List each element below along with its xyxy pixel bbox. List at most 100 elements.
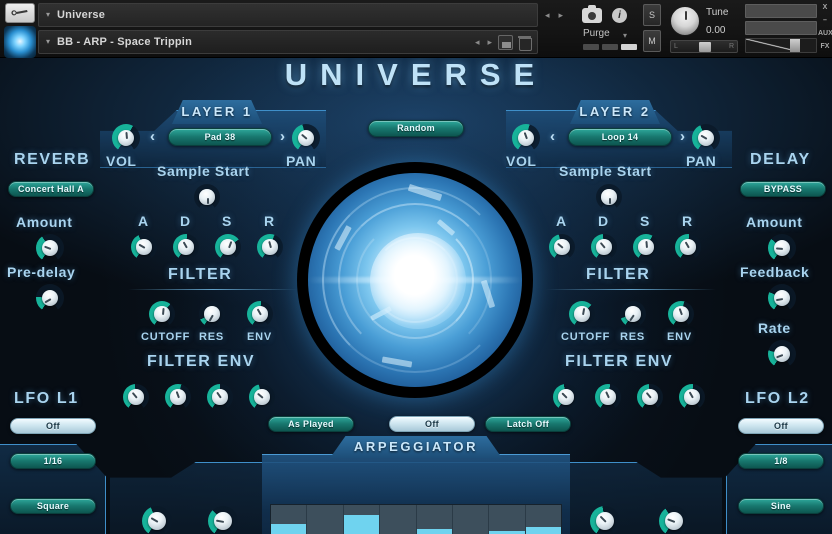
lfo-l2-rate-button[interactable]: 1/8 bbox=[738, 453, 824, 469]
lfo-l1-rate-button[interactable]: 1/16 bbox=[10, 453, 96, 469]
lfo-l1-onoff-button[interactable]: Off bbox=[10, 418, 96, 434]
chevron-down-icon[interactable]: ▾ bbox=[623, 31, 627, 40]
layer2-res-label: RES bbox=[620, 331, 646, 343]
lfo-l2-shape-button[interactable]: Sine bbox=[738, 498, 824, 514]
layer2-sustain-knob[interactable] bbox=[633, 234, 659, 260]
preset-row[interactable]: ▾ BB - ARP - Space Trippin ◂ ▸ bbox=[38, 30, 538, 54]
layer2-decay-knob[interactable] bbox=[591, 234, 617, 260]
reverb-predelay-knob[interactable] bbox=[36, 284, 64, 312]
solo-button[interactable]: S bbox=[643, 4, 661, 26]
arp-rate-knob[interactable] bbox=[142, 506, 172, 534]
volume-fader[interactable] bbox=[745, 38, 817, 53]
layer1-cutoff-knob[interactable] bbox=[149, 301, 175, 327]
layer1-tab[interactable]: LAYER 1 bbox=[172, 100, 262, 124]
chevron-down-icon[interactable]: ▾ bbox=[39, 38, 57, 46]
layer1-filterenv-knob-3[interactable] bbox=[207, 384, 233, 410]
pan-slider[interactable]: L R bbox=[670, 40, 738, 53]
layer2-filterenv-knob-1[interactable] bbox=[553, 384, 579, 410]
layer1-preset-prev[interactable]: ‹ bbox=[150, 128, 155, 145]
arp-octave-knob[interactable] bbox=[208, 506, 238, 534]
save-icon[interactable] bbox=[498, 34, 513, 50]
seq-step[interactable] bbox=[525, 505, 561, 534]
layer1-preset-next[interactable]: › bbox=[280, 128, 285, 145]
lfo-l2-onoff-button[interactable]: Off bbox=[738, 418, 824, 434]
layer2-vol-label: VOL bbox=[506, 153, 537, 169]
arp-latch-button[interactable]: Latch Off bbox=[485, 416, 571, 432]
tool-prev-button[interactable]: ◂ bbox=[545, 10, 550, 21]
layer2-pan-knob[interactable] bbox=[692, 124, 720, 152]
instrument-name-rows: ▾ Universe ▾ BB - ARP - Space Trippin ◂ … bbox=[38, 3, 538, 55]
delay-bypass-button[interactable]: BYPASS bbox=[740, 181, 826, 197]
chevron-down-icon[interactable]: ▾ bbox=[39, 11, 57, 19]
layer1-pan-knob[interactable] bbox=[292, 124, 320, 152]
layer2-release-knob[interactable] bbox=[675, 234, 701, 260]
layer2-vol-knob[interactable] bbox=[512, 124, 540, 152]
layer1-decay-knob[interactable] bbox=[173, 234, 199, 260]
layer1-res-knob[interactable] bbox=[199, 301, 225, 327]
delay-amount-knob[interactable] bbox=[768, 234, 796, 262]
mute-button[interactable]: M bbox=[643, 30, 661, 52]
trash-icon[interactable] bbox=[518, 35, 532, 51]
preset-prev-button[interactable]: ◂ bbox=[475, 37, 480, 48]
fx-button[interactable]: FX bbox=[818, 43, 832, 50]
layer1-sample-start-knob[interactable] bbox=[194, 184, 220, 210]
minimize-icon[interactable]: – bbox=[818, 17, 832, 24]
layer2-preset-prev[interactable]: ‹ bbox=[550, 128, 555, 145]
volume-fader-thumb[interactable] bbox=[790, 39, 800, 52]
tool-next-button[interactable]: ▸ bbox=[559, 10, 564, 21]
tune-knob[interactable] bbox=[670, 6, 700, 36]
layer2-filterenv-knob-3[interactable] bbox=[637, 384, 663, 410]
pan-right-label: R bbox=[728, 43, 734, 50]
close-icon[interactable]: X bbox=[818, 4, 832, 11]
layer2-filterenv-knob-2[interactable] bbox=[595, 384, 621, 410]
reverb-amount-knob[interactable] bbox=[36, 234, 64, 262]
seq-step[interactable] bbox=[416, 505, 453, 534]
layer1-release-label: R bbox=[264, 213, 275, 229]
layer2-res-knob[interactable] bbox=[620, 301, 646, 327]
lfo-l2-title: LFO L2 bbox=[745, 390, 810, 407]
seq-step[interactable] bbox=[453, 505, 490, 534]
seq-step[interactable] bbox=[343, 505, 381, 534]
layer2-filterenv-knob-4[interactable] bbox=[679, 384, 705, 410]
seq-step[interactable] bbox=[380, 505, 417, 534]
arp-mode-button[interactable]: As Played bbox=[268, 416, 354, 432]
layer2-env-label: ENV bbox=[667, 331, 693, 343]
layer1-sustain-knob[interactable] bbox=[215, 234, 241, 260]
layer2-attack-knob[interactable] bbox=[549, 234, 575, 260]
layer2-sample-start-knob[interactable] bbox=[596, 184, 622, 210]
layer1-filterenv-knob-2[interactable] bbox=[165, 384, 191, 410]
aux-button[interactable]: AUX bbox=[818, 30, 832, 37]
layer2-cutoff-knob[interactable] bbox=[569, 301, 595, 327]
layer1-filterenv-knob-1[interactable] bbox=[123, 384, 149, 410]
layer1-vol-knob[interactable] bbox=[112, 124, 140, 152]
layer1-preset-button[interactable]: Pad 38 bbox=[168, 128, 272, 146]
pan-slider-thumb[interactable] bbox=[699, 42, 711, 52]
layer1-attack-knob[interactable] bbox=[131, 234, 157, 260]
layer2-preset-next[interactable]: › bbox=[680, 128, 685, 145]
lfo-l1-shape-button[interactable]: Square bbox=[10, 498, 96, 514]
info-icon[interactable]: i bbox=[612, 7, 628, 23]
arp-duration-knob[interactable] bbox=[590, 506, 620, 534]
seq-step[interactable] bbox=[271, 505, 308, 534]
wrench-icon[interactable] bbox=[5, 3, 35, 23]
preset-next-button[interactable]: ▸ bbox=[487, 37, 492, 48]
instrument-row[interactable]: ▾ Universe bbox=[38, 3, 538, 27]
seq-step[interactable] bbox=[307, 505, 344, 534]
layer1-filter-title: FILTER bbox=[168, 266, 233, 283]
reverb-preset-button[interactable]: Concert Hall A bbox=[8, 181, 94, 197]
purge-label[interactable]: Purge bbox=[583, 28, 610, 39]
layer2-filter-env-knob[interactable] bbox=[668, 301, 694, 327]
layer1-filter-env-knob[interactable] bbox=[247, 301, 273, 327]
layer1-release-knob[interactable] bbox=[257, 234, 283, 260]
delay-feedback-knob[interactable] bbox=[768, 284, 796, 312]
arp-onoff-button[interactable]: Off bbox=[389, 416, 475, 432]
random-button[interactable]: Random bbox=[368, 120, 464, 137]
snapshot-camera-icon[interactable] bbox=[582, 4, 603, 23]
seq-step[interactable] bbox=[489, 505, 526, 534]
layer1-filterenv-knob-4[interactable] bbox=[249, 384, 275, 410]
layer2-tab[interactable]: LAYER 2 bbox=[570, 100, 660, 124]
arp-steps-knob[interactable] bbox=[659, 506, 689, 534]
delay-rate-knob[interactable] bbox=[768, 340, 796, 368]
arpeggiator-step-sequencer[interactable] bbox=[270, 504, 562, 534]
layer2-preset-button[interactable]: Loop 14 bbox=[568, 128, 672, 146]
